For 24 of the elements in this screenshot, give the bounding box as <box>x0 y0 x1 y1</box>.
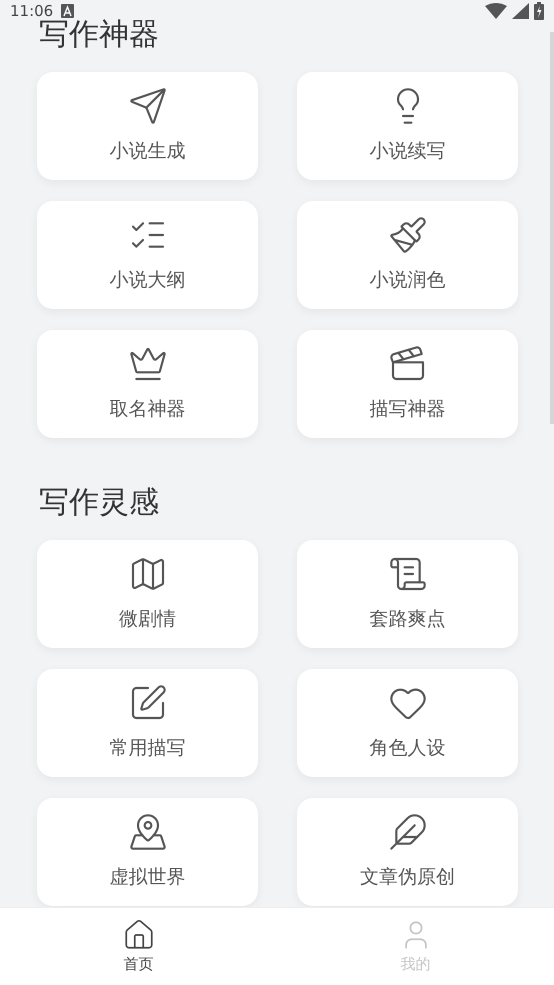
tool-card[interactable]: 虚拟世界 <box>37 798 258 906</box>
tool-card[interactable]: 小说大纲 <box>37 201 258 309</box>
map-pin-icon <box>128 812 168 852</box>
section-title: 写作神器 <box>39 16 159 54</box>
tool-card[interactable]: 小说生成 <box>37 72 258 180</box>
section-title: 写作灵感 <box>39 484 159 522</box>
status-time: 11:06 <box>10 4 54 18</box>
tool-card[interactable]: 小说润色 <box>297 201 518 309</box>
tool-card[interactable]: 取名神器 <box>37 330 258 438</box>
tool-card[interactable]: 套路爽点 <box>297 540 518 648</box>
tool-card[interactable]: 微剧情 <box>37 540 258 648</box>
tool-card[interactable]: 文章伪原创 <box>297 798 518 906</box>
paper-plane-icon <box>128 86 168 126</box>
wifi-icon <box>485 3 507 19</box>
battery-icon <box>534 2 544 20</box>
signal-icon <box>512 3 529 19</box>
notification-icon <box>61 4 74 18</box>
paintbrush-icon <box>388 215 428 255</box>
tool-card[interactable]: 小说续写 <box>297 72 518 180</box>
feather-icon <box>388 812 428 852</box>
tool-card[interactable]: 常用描写 <box>37 669 258 777</box>
tool-card[interactable]: 角色人设 <box>297 669 518 777</box>
tool-card[interactable]: 描写神器 <box>297 330 518 438</box>
nav-tab[interactable]: 首页 <box>0 908 277 985</box>
